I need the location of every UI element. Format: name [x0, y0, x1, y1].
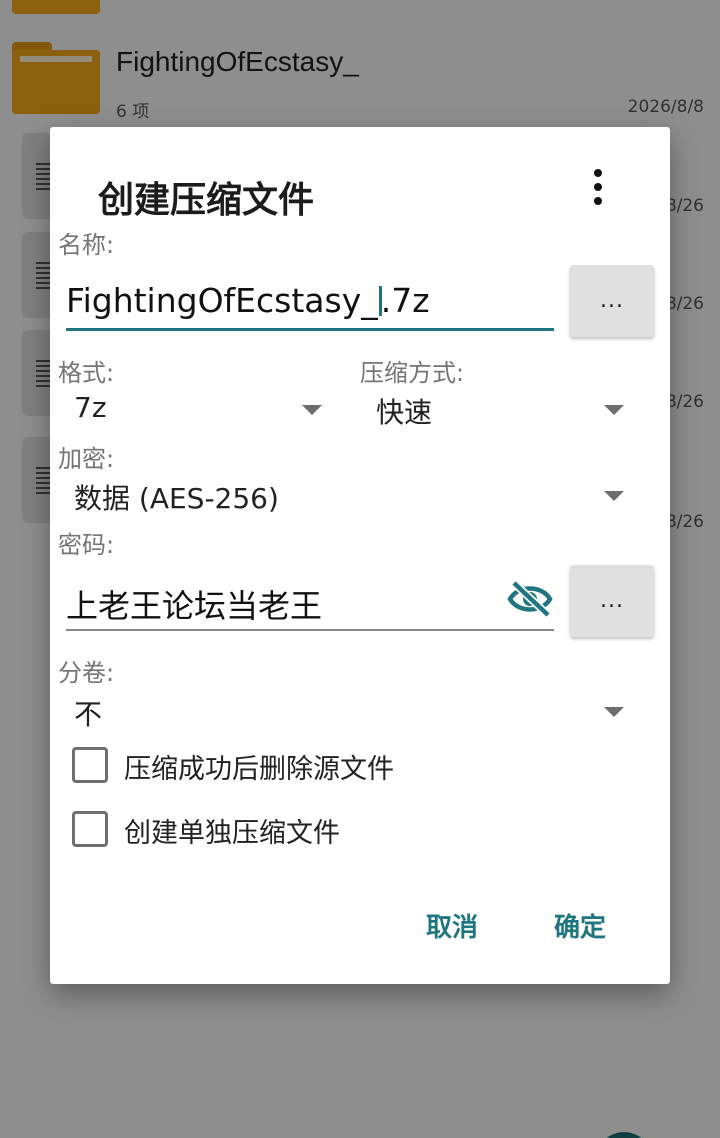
dropdown-arrow-icon [604, 707, 624, 717]
name-label: 名称: [58, 231, 115, 259]
split-select[interactable]: 不 [62, 689, 634, 735]
archive-name-value: FightingOfEcstasy_.7z [66, 281, 430, 320]
browse-path-button[interactable]: ... [570, 265, 654, 337]
password-options-button[interactable]: ... [570, 565, 654, 637]
encryption-label: 加密: [58, 445, 115, 473]
dropdown-arrow-icon [302, 405, 322, 415]
compression-label: 压缩方式: [360, 359, 465, 387]
cancel-button[interactable]: 取消 [426, 907, 478, 944]
split-label: 分卷: [58, 659, 115, 687]
format-select[interactable]: 7z [62, 387, 332, 433]
delete-source-checkbox[interactable] [72, 747, 108, 783]
encryption-select[interactable]: 数据 (AES-256) [62, 473, 634, 519]
hide-password-icon[interactable] [506, 579, 554, 619]
password-label: 密码: [58, 531, 115, 559]
delete-source-option[interactable]: 压缩成功后删除源文件 [72, 745, 492, 785]
delete-source-label: 压缩成功后删除源文件 [124, 754, 394, 785]
split-value: 不 [74, 698, 103, 731]
more-options-icon[interactable] [588, 169, 608, 205]
separate-archive-option[interactable]: 创建单独压缩文件 [72, 809, 492, 849]
dropdown-arrow-icon [604, 491, 624, 501]
password-value: 上老王论坛当老王 [66, 587, 323, 625]
compression-value: 快速 [376, 396, 433, 429]
encryption-value: 数据 (AES-256) [74, 482, 279, 515]
dialog-title: 创建压缩文件 [98, 180, 315, 221]
create-archive-dialog: 创建压缩文件 名称: FightingOfEcstasy_.7z ... 格式:… [50, 127, 670, 984]
separate-archive-label: 创建单独压缩文件 [124, 818, 340, 849]
compression-select[interactable]: 快速 [364, 387, 634, 433]
format-value: 7z [74, 391, 107, 424]
dropdown-arrow-icon [604, 405, 624, 415]
format-label: 格式: [58, 359, 115, 387]
ok-button[interactable]: 确定 [554, 907, 606, 944]
separate-archive-checkbox[interactable] [72, 811, 108, 847]
